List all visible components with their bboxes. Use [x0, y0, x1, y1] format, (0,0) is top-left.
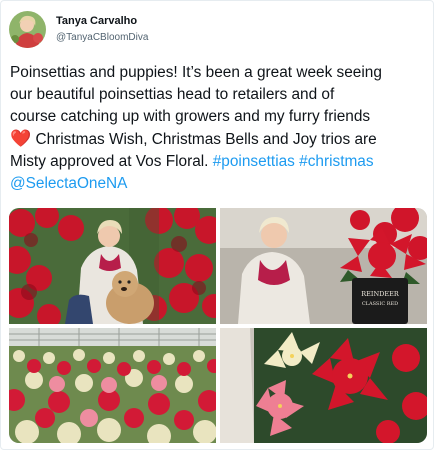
- photo-greenhouse-rows[interactable]: [9, 328, 216, 443]
- tweet-line: Poinsettias and puppies! It’s been a gre…: [10, 64, 382, 81]
- tweet-line: our beautiful poinsettias head to retail…: [10, 86, 335, 103]
- pot-label: CLASSIC RED: [362, 301, 398, 307]
- photo-woman-with-poinsettia[interactable]: REINDEER CLASSIC RED: [220, 208, 427, 324]
- author-handle[interactable]: @TanyaCBloomDiva: [56, 32, 148, 43]
- heart-icon: ❤️: [10, 129, 32, 148]
- tweet-line: course catching up with growers and my f…: [10, 108, 371, 125]
- tweet-card[interactable]: Tanya Carvalho @TanyaCBloomDiva Poinsett…: [0, 0, 434, 450]
- tweet-line-text: Christmas Wish, Christmas Bells and Joy …: [31, 131, 377, 148]
- photo-woman-with-dog[interactable]: [9, 208, 216, 324]
- avatar[interactable]: [9, 11, 46, 48]
- tweet-line: @SelectaOneNA: [10, 173, 430, 195]
- tweet-line: Misty approved at Vos Floral. #poinsetti…: [10, 151, 430, 173]
- tweet-text: Poinsettias and puppies! It’s been a gre…: [10, 62, 430, 195]
- hashtag-poinsettias[interactable]: #poinsettias: [213, 153, 295, 170]
- hashtag-christmas[interactable]: #christmas: [299, 153, 373, 170]
- tweet-line: ❤️ Christmas Wish, Christmas Bells and J…: [10, 128, 430, 151]
- photo-poinsettia-trio[interactable]: [220, 328, 427, 443]
- tweet-line-text: Misty approved at Vos Floral.: [10, 153, 213, 170]
- mention-link[interactable]: @SelectaOneNA: [10, 175, 127, 192]
- pot-label: REINDEER: [361, 290, 400, 298]
- author-name[interactable]: Tanya Carvalho: [56, 15, 137, 27]
- media-grid: REINDEER CLASSIC RED: [9, 208, 427, 443]
